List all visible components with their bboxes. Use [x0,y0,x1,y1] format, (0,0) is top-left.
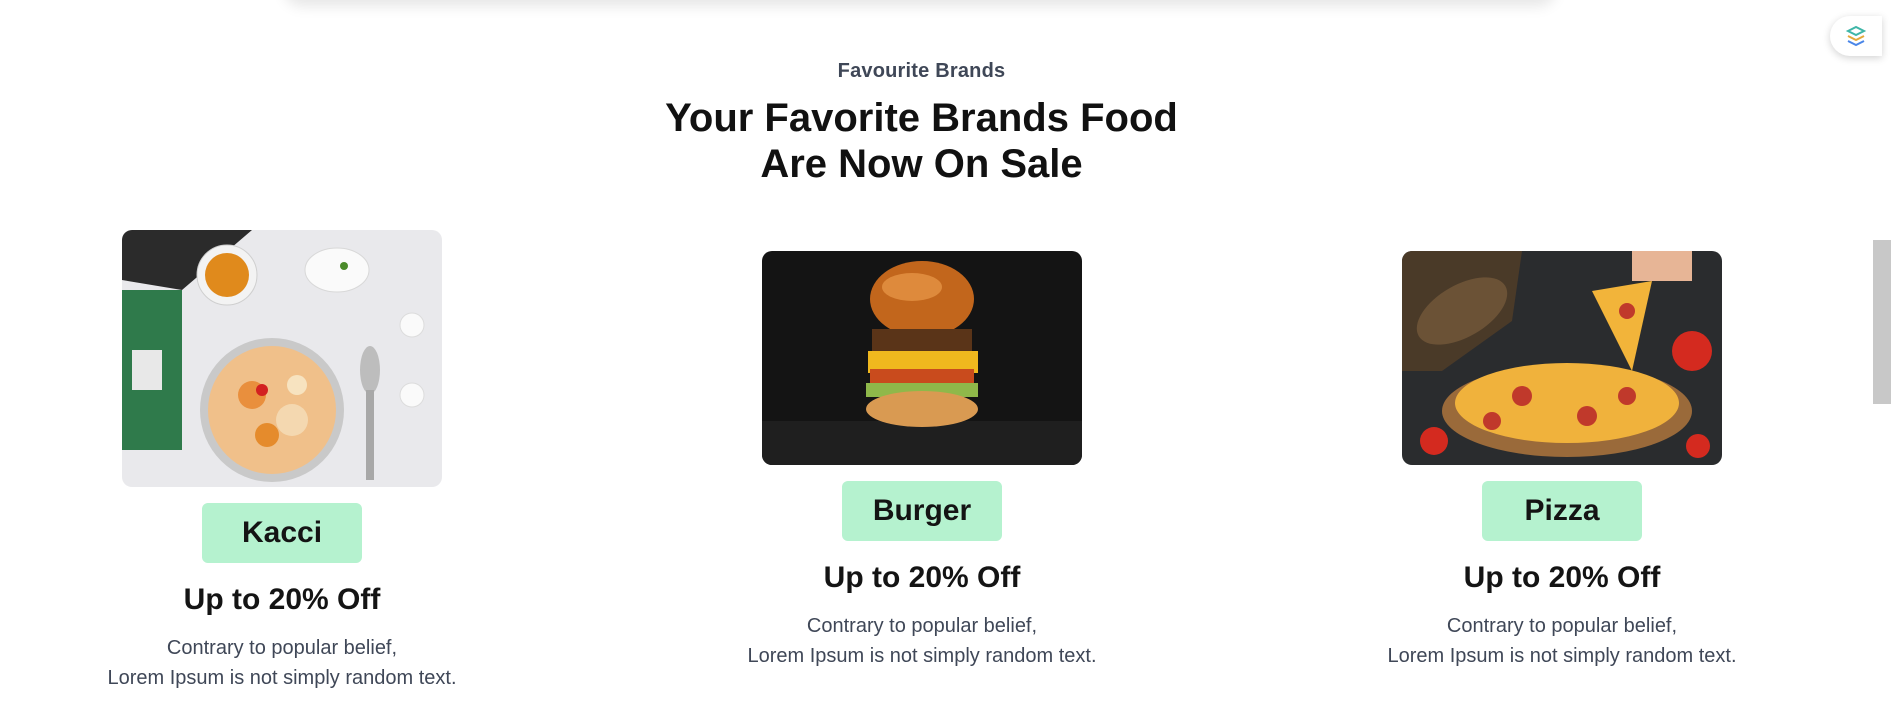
brand-card-pizza[interactable]: Pizza Up to 20% Off Contrary to popular … [1352,251,1772,671]
description-line-2: Lorem Ipsum is not simply random text. [747,645,1097,667]
section-title-line-2: Are Now On Sale [760,142,1083,186]
brand-card-kacci[interactable]: Kacci Up to 20% Off Contrary to popular … [72,230,492,693]
offer-text: Up to 20% Off [1463,561,1661,594]
page: Favourite Brands Your Favorite Brands Fo… [0,0,1891,722]
burger-image [762,251,1082,465]
card-description: Contrary to popular belief, Lorem Ipsum … [712,611,1132,671]
brand-name-tag[interactable]: Kacci [202,503,362,563]
description-line-1: Contrary to popular belief, [806,615,1038,637]
description-line-1: Contrary to popular belief, [1446,615,1678,637]
card-description: Contrary to popular belief, Lorem Ipsum … [72,633,492,693]
brand-name-tag[interactable]: Pizza [1482,481,1642,541]
kacci-image [122,230,442,487]
description-line-1: Contrary to popular belief, [166,637,398,659]
floating-widget-button[interactable] [1830,16,1882,56]
brand-name-tag[interactable]: Burger [842,481,1002,541]
section-eyebrow: Favourite Brands [837,60,1006,82]
scrollbar-thumb[interactable] [1873,240,1891,404]
pizza-image [1402,251,1722,465]
offer-text: Up to 20% Off [823,561,1021,594]
offer-text: Up to 20% Off [183,583,381,616]
description-line-2: Lorem Ipsum is not simply random text. [1387,645,1737,667]
layers-logo-icon [1845,25,1867,47]
section-title: Your Favorite Brands Food Are Now On Sal… [0,95,1843,187]
brand-card-burger[interactable]: Burger Up to 20% Off Contrary to popular… [712,251,1132,671]
description-line-2: Lorem Ipsum is not simply random text. [107,667,457,689]
section-header: Favourite Brands Your Favorite Brands Fo… [0,60,1843,187]
section-title-line-1: Your Favorite Brands Food [665,96,1178,140]
card-description: Contrary to popular belief, Lorem Ipsum … [1352,611,1772,671]
